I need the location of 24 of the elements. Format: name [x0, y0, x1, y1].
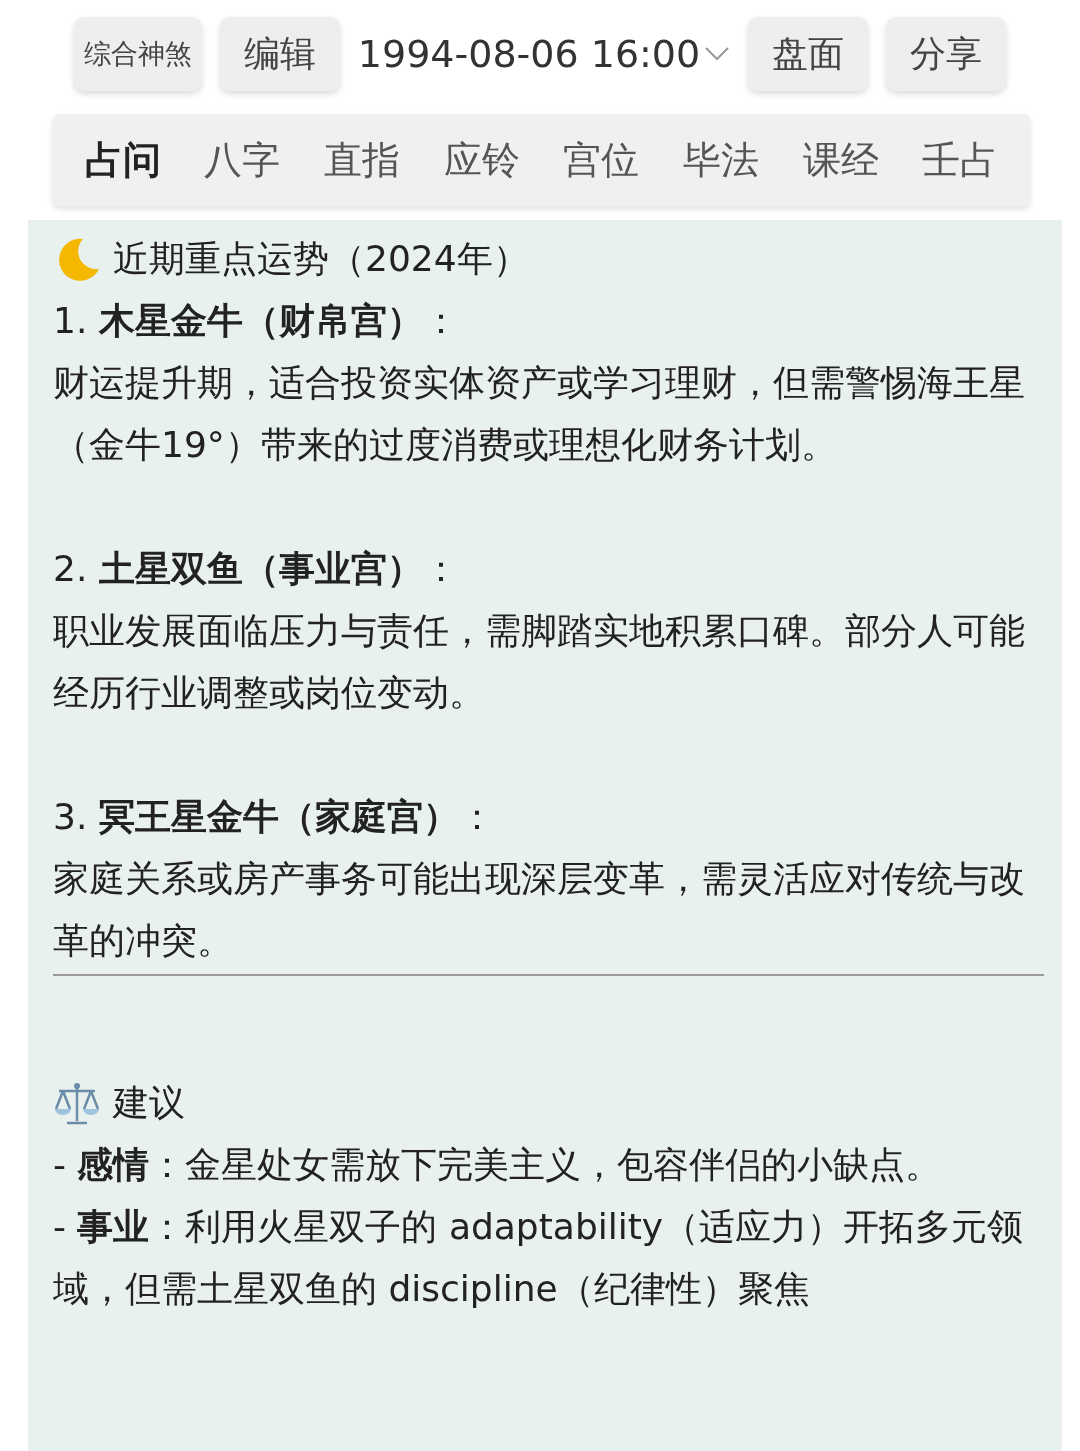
tab[interactable]: 课经	[796, 130, 885, 190]
tab[interactable]: 八字	[198, 130, 287, 190]
tab[interactable]: 壬占	[916, 130, 1005, 190]
tab[interactable]: 占问	[78, 130, 167, 190]
tab[interactable]: 宫位	[557, 130, 646, 190]
toolbar-button[interactable]: 盘面	[748, 17, 869, 91]
tab[interactable]: 毕法	[676, 130, 765, 190]
text-paragraph: 2. 土星双鱼（事业宫）：	[53, 547, 460, 591]
text-paragraph: 职业发展面临压力与责任，需脚踏实地积累口碑。部分人可能经历行业调整或岗位变动。	[53, 609, 1025, 715]
section-heading: 近期重点运势（2024年）	[113, 237, 529, 281]
tab[interactable]: 直指	[318, 130, 407, 190]
date-text[interactable]: 1994-08-06 16:00	[357, 32, 701, 76]
text-paragraph: - 事业：利用火星双子的 adaptability（适应力）开拓多元领域，但需土星双鱼的 discipline（纪律性）聚焦	[53, 1205, 1025, 1311]
toolbar-button[interactable]: 综合神煞	[73, 17, 202, 91]
text-paragraph: 3. 冥王星金牛（家庭宫）：	[53, 795, 496, 839]
toolbar-button[interactable]: 编辑	[219, 17, 340, 91]
text-paragraph: 1. 木星金牛（财帛宫）：	[53, 299, 460, 343]
toolbar-button[interactable]: 分享	[886, 17, 1007, 91]
chevron-down-icon[interactable]	[704, 46, 731, 62]
text-paragraph: - 感情：金星处女需放下完美主义，包容伴侣的小缺点。	[53, 1143, 943, 1187]
text-paragraph: 财运提升期，适合投资实体资产或学习理财，但需警惕海王星（金牛19°）带来的过度消费或理想化财务计划。	[53, 361, 1025, 467]
text-paragraph: 家庭关系或房产事务可能出现深层变革，需灵活应对传统与改革的冲突。	[53, 857, 1025, 963]
tab[interactable]: 应铃	[437, 130, 526, 190]
section-heading: 建议	[113, 1081, 185, 1125]
